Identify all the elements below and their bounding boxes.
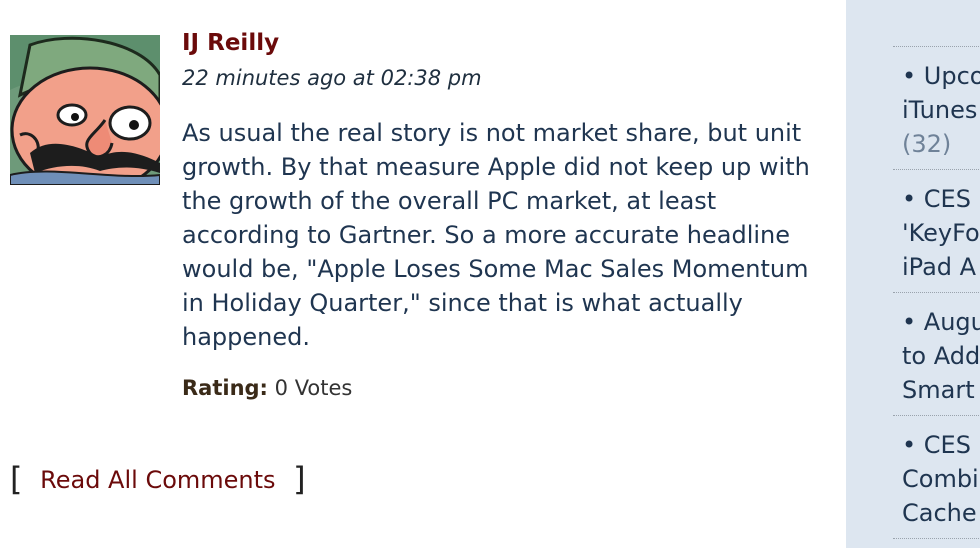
comment-timestamp: 22 minutes ago at 02:38 pm bbox=[182, 66, 482, 90]
comment-author[interactable]: IJ Reilly bbox=[182, 30, 279, 56]
read-all-comments: [ Read All Comments ] bbox=[10, 460, 306, 498]
sidebar-article-item[interactable]: • CES Combi Cache bbox=[893, 415, 980, 539]
avatar[interactable] bbox=[10, 35, 160, 185]
related-articles-list: • Upco iTunes (32) • CES 'KeyFo iPad A •… bbox=[893, 46, 980, 539]
sidebar-article-item[interactable]: • CES 'KeyFo iPad A bbox=[893, 169, 980, 292]
comment-count: (32) bbox=[902, 130, 952, 158]
sidebar-article-title[interactable]: • Augu bbox=[902, 305, 980, 339]
sidebar-article-title[interactable]: Cache bbox=[902, 496, 980, 530]
sidebar-article-title[interactable]: iPad A bbox=[902, 250, 980, 284]
sidebar: • Upco iTunes (32) • CES 'KeyFo iPad A •… bbox=[846, 0, 980, 548]
rating-label: Rating: bbox=[182, 376, 268, 400]
sidebar-article-title[interactable]: iTunes bbox=[902, 93, 980, 127]
cartoon-face-avatar-icon bbox=[10, 35, 160, 185]
comment-body: As usual the real story is not market sh… bbox=[182, 119, 810, 351]
sidebar-article-item[interactable]: • Augu to Add Smart bbox=[893, 292, 980, 415]
sidebar-article-item[interactable]: • Upco iTunes (32) bbox=[893, 46, 980, 169]
left-bracket: [ bbox=[10, 460, 23, 498]
comment-rating: Rating: 0 Votes bbox=[182, 376, 352, 400]
right-bracket: ] bbox=[293, 460, 306, 498]
read-all-comments-link[interactable]: Read All Comments bbox=[40, 466, 275, 494]
rating-value: 0 Votes bbox=[274, 376, 353, 400]
sidebar-article-title[interactable]: • CES bbox=[902, 428, 980, 462]
sidebar-article-title[interactable]: • Upco bbox=[902, 59, 980, 93]
sidebar-article-title[interactable]: Smart bbox=[902, 373, 980, 407]
sidebar-article-title[interactable]: Combi bbox=[902, 462, 980, 496]
sidebar-article-title[interactable]: to Add bbox=[902, 339, 980, 373]
comment-area: IJ Reilly 22 minutes ago at 02:38 pm As … bbox=[0, 0, 846, 548]
sidebar-article-title[interactable]: • CES bbox=[902, 182, 980, 216]
sidebar-article-title[interactable]: 'KeyFo bbox=[902, 216, 980, 250]
